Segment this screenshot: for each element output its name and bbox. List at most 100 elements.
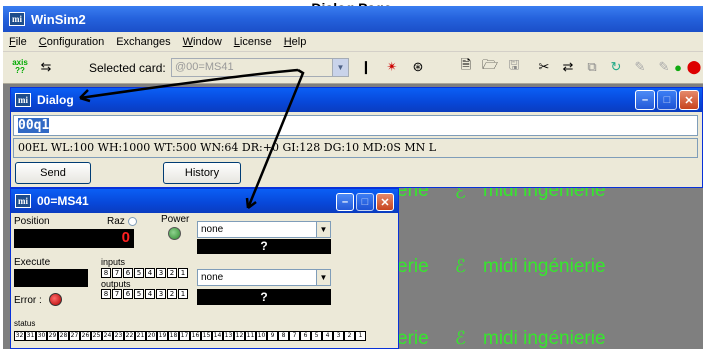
power-led-icon <box>168 227 181 240</box>
inputs-label: inputs <box>101 257 126 267</box>
bit-indicator: 8 <box>101 268 111 278</box>
bit-indicator: 2 <box>344 331 355 341</box>
bit-indicator: 13 <box>223 331 234 341</box>
copy-icon[interactable]: ⧉ <box>581 56 603 78</box>
bit-indicator: 25 <box>91 331 102 341</box>
raz-radio[interactable] <box>128 217 137 226</box>
selected-card-value: @00=MS41 <box>175 61 234 73</box>
disabled-action-icon[interactable]: ✎ <box>629 56 651 78</box>
bit-indicator: 3 <box>156 268 166 278</box>
axis-button[interactable]: axis ?? <box>9 56 31 78</box>
bit-indicator: 22 <box>124 331 135 341</box>
bit-indicator: 4 <box>145 268 155 278</box>
menu-item-label: icense <box>239 35 272 48</box>
swirl-logo-icon: ℰ <box>455 256 466 276</box>
menu-accelerator: H <box>283 35 292 48</box>
raz-label: Raz <box>107 216 125 227</box>
bit-indicator: 14 <box>212 331 223 341</box>
bit-indicator: 20 <box>146 331 157 341</box>
open-icon[interactable]: 🗁 <box>479 56 501 78</box>
inputs-bits: 87654321 <box>101 268 189 278</box>
combo-select-2[interactable]: none ▼ <box>197 269 331 286</box>
chevron-down-icon[interactable]: ▼ <box>332 59 348 76</box>
bit-indicator: 7 <box>112 268 122 278</box>
menu-item-label: elp <box>291 35 307 48</box>
watermark-fragment: erie <box>397 256 429 277</box>
bit-indicator: 1 <box>178 268 188 278</box>
tools-icon[interactable]: ⊛ <box>407 56 429 78</box>
bit-indicator: 5 <box>134 268 144 278</box>
bit-indicator: 12 <box>234 331 245 341</box>
menu-item-label: onfiguration <box>46 35 105 48</box>
bit-indicator: 11 <box>245 331 256 341</box>
close-icon[interactable]: ✕ <box>679 90 699 110</box>
bit-indicator: 2 <box>167 289 177 299</box>
refresh-icon[interactable]: ↻ <box>605 56 627 78</box>
menu-accelerator: C <box>38 35 47 48</box>
card-title: 00=MS41 <box>37 194 89 208</box>
cut-icon[interactable]: ✂ <box>533 56 555 78</box>
bit-indicator: 4 <box>145 289 155 299</box>
stop-icon[interactable]: ⬤ <box>683 56 703 78</box>
history-button[interactable]: History <box>163 162 241 184</box>
menu-accelerator: W <box>182 35 194 48</box>
minimize-icon[interactable]: – <box>635 90 655 110</box>
position-display: 0 <box>14 229 134 248</box>
outputs-bits: 87654321 <box>101 289 189 299</box>
menu-item-help[interactable]: Help <box>284 36 307 48</box>
move-icon[interactable]: ⇄ <box>557 56 579 78</box>
position-label: Position <box>14 216 50 227</box>
app-icon: mi <box>9 12 25 26</box>
bit-indicator: 3 <box>333 331 344 341</box>
selected-card-select[interactable]: @00=MS41 ▼ <box>171 58 349 77</box>
bit-indicator: 6 <box>123 289 133 299</box>
bit-indicator: 9 <box>267 331 278 341</box>
send-button[interactable]: Send <box>15 162 91 184</box>
menu-item-exchanges[interactable]: Exchanges <box>116 36 170 48</box>
combo-select-2-value: none <box>201 272 224 283</box>
minimize-icon[interactable]: – <box>336 193 354 211</box>
bit-indicator: 3 <box>156 289 166 299</box>
watermark-text: midi ingénierie <box>483 328 606 349</box>
bit-indicator: 10 <box>256 331 267 341</box>
error-led-icon <box>49 293 62 306</box>
bit-indicator: 16 <box>190 331 201 341</box>
new-icon[interactable]: 🗎 <box>455 56 477 78</box>
app-icon: mi <box>15 93 31 107</box>
menu-item-window[interactable]: Window <box>183 36 222 48</box>
app-title-bar[interactable]: mi WinSim2 <box>3 6 703 32</box>
card-window: mi 00=MS41 – □ ✕ Position Raz Power 0 no… <box>10 188 399 349</box>
selected-card-label: Selected card: <box>89 61 166 75</box>
menu-item-license[interactable]: License <box>234 36 272 48</box>
pin-icon[interactable]: ✴ <box>381 56 403 78</box>
bit-indicator: 27 <box>69 331 80 341</box>
maximize-icon[interactable]: □ <box>356 193 374 211</box>
close-icon[interactable]: ✕ <box>376 193 394 211</box>
save-icon[interactable]: 🖫 <box>503 56 525 78</box>
app-icon: mi <box>15 194 31 208</box>
chevron-down-icon[interactable]: ▼ <box>316 270 330 285</box>
command-input[interactable]: 00q1 <box>13 115 698 136</box>
bit-indicator: 1 <box>178 289 188 299</box>
maximize-icon[interactable]: □ <box>657 90 677 110</box>
combo-select-1[interactable]: none ▼ <box>197 221 331 238</box>
execute-display[interactable] <box>14 269 88 287</box>
bit-indicator: 17 <box>179 331 190 341</box>
power-label: Power <box>161 214 190 225</box>
signal-icon[interactable]: ❙ <box>355 56 377 78</box>
bit-indicator: 18 <box>168 331 179 341</box>
bit-indicator: 2 <box>167 268 177 278</box>
error-label: Error : <box>14 295 42 306</box>
menu-item-file[interactable]: File <box>9 36 27 48</box>
bit-indicator: 30 <box>36 331 47 341</box>
swap-icon[interactable]: ⇆ <box>35 56 57 78</box>
dialog-title: Dialog <box>37 93 74 107</box>
axis-label: axis ?? <box>12 58 28 75</box>
menu-accelerator: F <box>9 35 16 48</box>
bit-indicator: 19 <box>157 331 168 341</box>
menu-item-configuration[interactable]: Configuration <box>39 36 104 48</box>
chevron-down-icon[interactable]: ▼ <box>316 222 330 237</box>
bit-indicator: 5 <box>311 331 322 341</box>
dialog-title-bar[interactable]: mi Dialog <box>11 88 702 112</box>
response-output: 00EL WL:100 WH:1000 WT:500 WN:64 DR:+0 G… <box>13 138 698 158</box>
